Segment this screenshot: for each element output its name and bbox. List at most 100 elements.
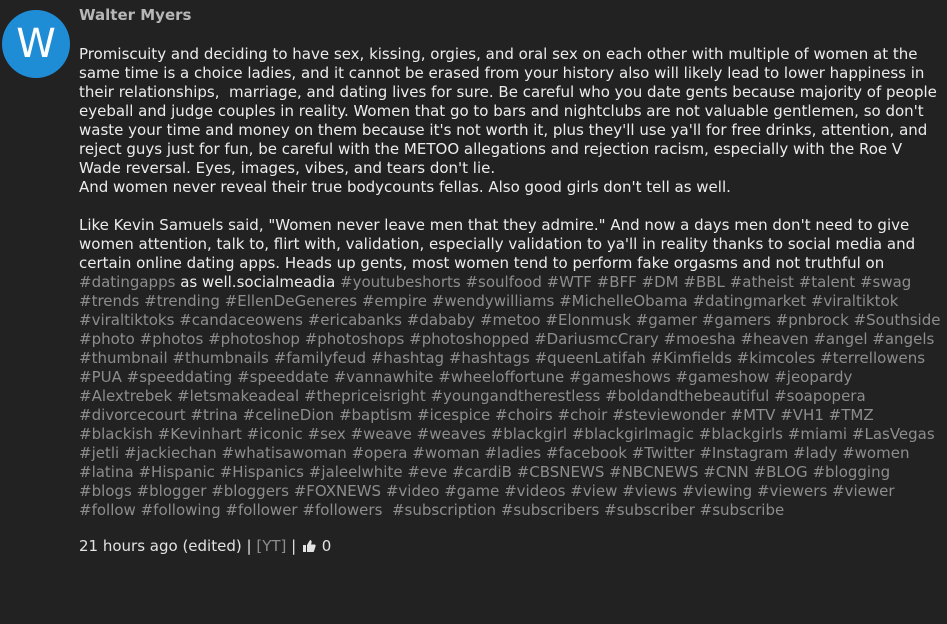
hashtag-link[interactable]: #thumbnails — [172, 349, 268, 367]
hashtag-link[interactable]: #jetli — [79, 444, 119, 462]
hashtag-link[interactable]: #subscriber — [604, 501, 695, 519]
hashtag-link[interactable]: #jackiechan — [124, 444, 217, 462]
hashtag-link[interactable]: #soulfood — [465, 273, 541, 291]
hashtag-link[interactable]: #photo — [79, 330, 135, 348]
hashtag-link[interactable]: #bloggers — [211, 482, 289, 500]
hashtag-link[interactable]: #angels — [872, 330, 934, 348]
hashtag-link[interactable]: #WTF — [547, 273, 592, 291]
hashtag-link[interactable]: #Hispanics — [220, 463, 304, 481]
hashtag-link[interactable]: #soapopera — [774, 387, 866, 405]
hashtag-link[interactable]: #weave — [351, 425, 412, 443]
hashtag-link[interactable]: #boldandthebeautiful — [605, 387, 769, 405]
hashtag-link[interactable]: #videos — [504, 482, 565, 500]
hashtag-link[interactable]: #NBCNEWS — [609, 463, 698, 481]
hashtag-link[interactable]: #trends — [79, 292, 139, 310]
hashtag-link[interactable]: #gameshow — [676, 368, 770, 386]
hashtag-link[interactable]: #thepriceisright — [304, 387, 426, 405]
hashtag-link[interactable]: #trina — [190, 406, 237, 424]
hashtag-link[interactable]: #pnbrock — [776, 311, 849, 329]
author-avatar[interactable]: W — [2, 10, 70, 78]
hashtag-link[interactable]: #iconic — [247, 425, 303, 443]
hashtag-link[interactable]: #woman — [412, 444, 479, 462]
hashtag-link[interactable]: #follower — [225, 501, 297, 519]
hashtag-link[interactable]: #blogs — [79, 482, 132, 500]
hashtag-link[interactable]: #atheist — [730, 273, 794, 291]
hashtag-link[interactable]: #viewers — [757, 482, 827, 500]
hashtag-link[interactable]: #youtubeshorts — [340, 273, 461, 291]
hashtag-link[interactable]: #jeopardy — [774, 368, 852, 386]
hashtag-link[interactable]: #speeddating — [127, 368, 233, 386]
hashtag-link[interactable]: #swag — [860, 273, 911, 291]
hashtag-link[interactable]: #blackgirlmagic — [572, 425, 694, 443]
hashtag-link[interactable]: #whatisawoman — [221, 444, 346, 462]
hashtag-link[interactable]: #view — [570, 482, 617, 500]
hashtag-link[interactable]: #TMZ — [829, 406, 874, 424]
hashtag-link[interactable]: #CNN — [703, 463, 748, 481]
hashtag-link[interactable]: #facebook — [546, 444, 627, 462]
hashtag-link[interactable]: #gamer — [636, 311, 697, 329]
hashtag-link[interactable]: #BBL — [683, 273, 725, 291]
yt-link[interactable]: [YT] — [256, 537, 286, 555]
comment-timestamp[interactable]: 21 hours ago (edited) — [79, 537, 242, 555]
hashtag-link[interactable]: #hashtag — [371, 349, 444, 367]
hashtag-link[interactable]: #follow — [79, 501, 136, 519]
hashtag-link[interactable]: #Elonmusk — [545, 311, 631, 329]
hashtag-link[interactable]: #datingmarket — [692, 292, 806, 310]
hashtag-link[interactable]: #blackgirl — [491, 425, 567, 443]
hashtag-link[interactable]: #wendywilliams — [432, 292, 555, 310]
hashtag-link[interactable]: #subscribe — [700, 501, 785, 519]
hashtag-link[interactable]: #trending — [144, 292, 220, 310]
hashtag-link[interactable]: #heaven — [740, 330, 808, 348]
hashtag-link[interactable]: #CBSNEWS — [517, 463, 605, 481]
hashtag-link[interactable]: #speeddate — [237, 368, 329, 386]
hashtag-link[interactable]: #empire — [362, 292, 427, 310]
hashtag-link[interactable]: #photoshopped — [409, 330, 529, 348]
hashtag-link[interactable]: #wheeloffortune — [438, 368, 564, 386]
hashtag-link[interactable]: #women — [842, 444, 909, 462]
hashtag-link[interactable]: #PUA — [79, 368, 122, 386]
hashtag-link[interactable]: #familyfeud — [274, 349, 366, 367]
hashtag-link[interactable]: #blackish — [79, 425, 153, 443]
hashtag-link[interactable]: #Kimfields — [651, 349, 732, 367]
hashtag-link[interactable]: #baptism — [339, 406, 412, 424]
hashtag-link[interactable]: #BLOG — [754, 463, 808, 481]
hashtag-link[interactable]: #FOXNEWS — [294, 482, 381, 500]
hashtag-link[interactable]: #gameshows — [569, 368, 671, 386]
hashtag-link[interactable]: #EllenDeGeneres — [225, 292, 357, 310]
hashtag-link[interactable]: #datingapps — [79, 273, 175, 291]
hashtag-link[interactable]: #blackgirls — [699, 425, 783, 443]
hashtag-link[interactable]: #candaceowens — [179, 311, 303, 329]
hashtag-link[interactable]: #followers — [302, 501, 382, 519]
hashtag-link[interactable]: #MTV — [731, 406, 776, 424]
hashtag-link[interactable]: #DariusmcCrary — [534, 330, 659, 348]
hashtag-link[interactable]: #lady — [793, 444, 837, 462]
hashtag-link[interactable]: #talent — [799, 273, 855, 291]
hashtag-link[interactable]: #kimcoles — [737, 349, 816, 367]
hashtag-link[interactable]: #jaleelwhite — [309, 463, 403, 481]
hashtag-link[interactable]: #celineDion — [243, 406, 335, 424]
hashtag-link[interactable]: #viewer — [832, 482, 895, 500]
hashtag-link[interactable]: #video — [386, 482, 440, 500]
hashtag-link[interactable]: #photos — [140, 330, 204, 348]
hashtag-link[interactable]: #dababy — [407, 311, 475, 329]
hashtag-link[interactable]: #thumbnail — [79, 349, 168, 367]
hashtag-link[interactable]: #subscription — [387, 501, 496, 519]
hashtag-link[interactable]: #Kevinhart — [158, 425, 242, 443]
hashtag-link[interactable]: #game — [444, 482, 499, 500]
hashtag-link[interactable]: #Alextrebek — [79, 387, 172, 405]
hashtag-link[interactable]: #miami — [788, 425, 847, 443]
hashtag-link[interactable]: #cardiB — [452, 463, 512, 481]
hashtag-link[interactable]: #viraltiktoks — [79, 311, 174, 329]
hashtag-link[interactable]: #Instagram — [699, 444, 788, 462]
hashtag-link[interactable]: #letsmakeadeal — [177, 387, 299, 405]
hashtag-link[interactable]: #icespice — [417, 406, 490, 424]
hashtag-link[interactable]: #photoshops — [305, 330, 405, 348]
hashtag-link[interactable]: #MichelleObama — [559, 292, 688, 310]
hashtag-link[interactable]: #blogging — [812, 463, 890, 481]
hashtag-link[interactable]: #Twitter — [632, 444, 695, 462]
hashtag-link[interactable]: #sex — [308, 425, 346, 443]
hashtag-link[interactable]: #choir — [557, 406, 607, 424]
hashtag-link[interactable]: #Hispanic — [138, 463, 214, 481]
hashtag-link[interactable]: #choirs — [495, 406, 553, 424]
hashtag-link[interactable]: #weaves — [417, 425, 486, 443]
